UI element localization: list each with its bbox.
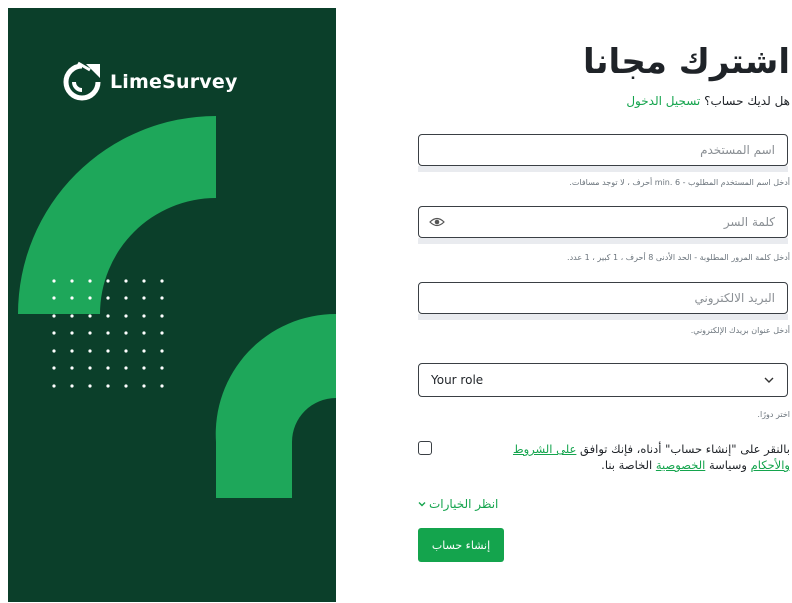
chevron-down-icon <box>418 502 426 507</box>
role-select[interactable]: Your role <box>418 363 788 397</box>
role-hint: اختر دورًا. <box>757 410 790 419</box>
password-field-wrap <box>418 206 788 238</box>
password-shadow <box>418 238 788 244</box>
login-link[interactable]: تسجيل الدخول <box>626 94 700 108</box>
see-options-label: انظر الخيارات <box>429 497 499 511</box>
terms-text-before: بالنقر على "إنشاء حساب" أدناه، فإنك تواف… <box>576 442 790 456</box>
login-prompt: هل لديك حساب؟ <box>704 94 790 108</box>
email-input[interactable] <box>419 283 787 313</box>
page-title: اشترك مجانا <box>583 42 790 82</box>
email-shadow <box>418 314 788 320</box>
password-input[interactable] <box>419 207 787 237</box>
terms-text-middle: وسياسة <box>705 458 751 472</box>
username-hint: أدخل اسم المستخدم المطلوب - min. 6 أحرف … <box>569 178 790 187</box>
signup-form: اشترك مجانا هل لديك حساب؟ تسجيل الدخول أ… <box>336 0 792 603</box>
terms-checkbox[interactable] <box>418 441 432 455</box>
username-field-wrap <box>418 134 788 166</box>
username-input[interactable] <box>419 135 787 165</box>
login-prompt-line: هل لديك حساب؟ تسجيل الدخول <box>626 94 790 108</box>
brand-panel: LimeSurvey <box>8 8 336 602</box>
terms-text: بالنقر على "إنشاء حساب" أدناه، فإنك تواف… <box>490 441 790 473</box>
limesurvey-logo-icon <box>63 61 101 101</box>
chevron-down-icon <box>764 377 774 383</box>
role-select-value: Your role <box>431 373 484 387</box>
username-shadow <box>418 166 788 172</box>
password-hint: أدخل كلمة المرور المطلوبة - الحد الأدنى … <box>567 253 790 262</box>
brand-name: LimeSurvey <box>110 71 238 93</box>
privacy-link[interactable]: الخصوصية <box>656 458 705 472</box>
create-account-button[interactable]: إنشاء حساب <box>418 528 504 562</box>
email-field-wrap <box>418 282 788 314</box>
email-hint: أدخل عنوان بريدك الإلكتروني. <box>690 326 790 335</box>
eye-icon[interactable] <box>429 215 445 229</box>
terms-text-after: الخاصة بنا. <box>601 458 656 472</box>
see-options-toggle[interactable]: انظر الخيارات <box>418 497 498 511</box>
logo: LimeSurvey <box>60 60 238 104</box>
